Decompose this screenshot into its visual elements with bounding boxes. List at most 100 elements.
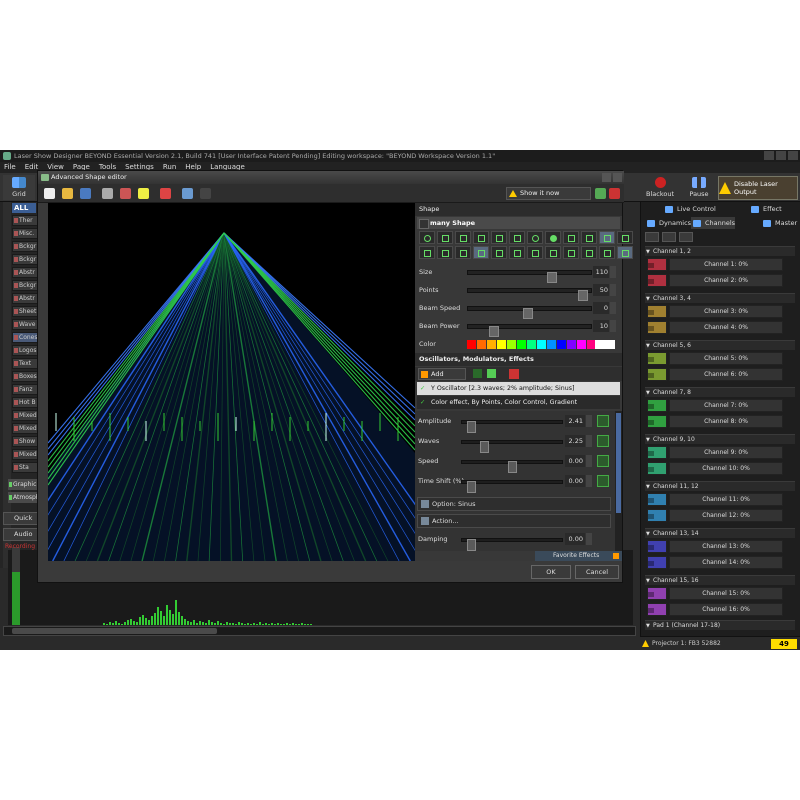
blackout-button[interactable]: Blackout [641,175,679,200]
damping-spinner[interactable] [586,533,592,545]
triangle-tool-icon[interactable] [473,231,489,244]
channel-level-label[interactable]: Channel 15: 0% [669,587,783,600]
channel-row[interactable]: Channel 11: 0% [647,493,787,506]
channel-row[interactable]: Channel 2: 0% [647,274,787,287]
display-icon[interactable] [182,188,193,199]
channel-row[interactable]: Channel 8: 0% [647,415,787,428]
param-slider[interactable] [467,306,592,319]
param-spinner[interactable] [610,266,616,278]
copy-icon[interactable] [102,188,113,199]
show-it-now-button[interactable]: Show it now [506,187,591,200]
channel-color-swatch[interactable] [647,305,667,318]
oscillator-param-spinner[interactable] [586,435,592,447]
channel-level-label[interactable]: Channel 5: 0% [669,352,783,365]
paste-icon[interactable] [138,188,149,199]
channel-color-swatch[interactable] [647,368,667,381]
group-atmosphere[interactable]: Atmosph [8,492,38,503]
damping-slider[interactable] [461,538,563,551]
channel-group-header[interactable]: Channel 5, 6 [645,340,795,351]
category-item[interactable]: Text [12,358,38,369]
channel-color-swatch[interactable] [647,540,667,553]
tab-master[interactable]: Master [761,217,797,229]
channel-level-label[interactable]: Channel 8: 0% [669,415,783,428]
color-swatch[interactable] [477,340,486,349]
grid-tool-icon[interactable] [581,231,597,244]
param-value[interactable]: 50 [593,284,609,296]
oscillator-param-knob[interactable] [466,421,476,433]
param-spinner[interactable] [610,302,616,314]
channel-level-label[interactable]: Channel 4: 0% [669,321,783,334]
editor-minimize-button[interactable] [602,173,611,182]
param-slider-knob[interactable] [578,290,589,301]
channel-level-label[interactable]: Channel 10: 0% [669,462,783,475]
channel-level-label[interactable]: Channel 3: 0% [669,305,783,318]
channel-row[interactable]: Channel 3: 0% [647,305,787,318]
oscillator-param-knob[interactable] [508,461,517,473]
channel-color-swatch[interactable] [647,603,667,616]
channel-color-swatch[interactable] [647,321,667,334]
category-item[interactable]: Mixed [12,423,38,434]
cross-tool-icon[interactable] [599,231,615,244]
minimize-button[interactable] [764,151,774,160]
square-tool-icon[interactable] [491,231,507,244]
param-slider-knob[interactable] [547,272,558,283]
param-slider-knob[interactable] [488,326,499,337]
tab-channels[interactable]: Channels [691,217,736,229]
scribble-tool-icon[interactable] [527,246,543,259]
channel-color-swatch[interactable] [647,587,667,600]
channel-group-header[interactable]: Channel 13, 14 [645,528,795,539]
channel-group-header[interactable]: Channel 3, 4 [645,293,795,304]
channel-row[interactable]: Channel 4: 0% [647,321,787,334]
save-icon[interactable] [80,188,91,199]
oscillator-param-spinner[interactable] [586,415,592,427]
grid-button[interactable]: Grid [3,175,35,200]
channel-row[interactable]: Channel 10: 0% [647,462,787,475]
dots-tool-icon[interactable] [545,246,561,259]
color-swatch[interactable] [517,340,526,349]
channel-row[interactable]: Channel 15: 0% [647,587,787,600]
param-value[interactable]: 0 [593,302,609,314]
oscillator-link-icon[interactable] [597,415,609,427]
param-spinner[interactable] [610,320,616,332]
channel-color-swatch[interactable] [647,446,667,459]
add-effect-button[interactable]: Add [418,368,466,380]
channel-group-header[interactable]: Channel 1, 2 [645,246,795,257]
channel-color-swatch[interactable] [647,415,667,428]
circle-filled-tool-icon[interactable] [545,231,561,244]
channel-level-label[interactable]: Channel 2: 0% [669,274,783,287]
channel-row[interactable]: Channel 14: 0% [647,556,787,569]
channel-level-label[interactable]: Channel 9: 0% [669,446,783,459]
param-spinner[interactable] [610,284,616,296]
channel-color-swatch[interactable] [647,258,667,271]
laser-preview-canvas[interactable] [48,203,415,561]
open-folder-icon[interactable] [62,188,73,199]
damping-knob[interactable] [466,539,476,551]
color-swatch[interactable] [577,340,586,349]
color-swatch[interactable] [487,340,496,349]
channel-row[interactable]: Channel 12: 0% [647,509,787,522]
channel-row[interactable]: Channel 6: 0% [647,368,787,381]
maximize-button[interactable] [776,151,786,160]
oscillator-scroll-thumb[interactable] [616,413,621,513]
editor-close-button[interactable] [613,173,622,182]
channel-level-label[interactable]: Channel 12: 0% [669,509,783,522]
channel-level-label[interactable]: Channel 14: 0% [669,556,783,569]
category-item[interactable]: Mixed [12,449,38,460]
oscillator-param-value[interactable]: 0.00 [565,475,585,487]
category-item[interactable]: Cones [12,332,38,343]
category-item[interactable]: Sta [12,462,38,473]
option-sinus-button[interactable]: Option: Sinus [417,497,611,511]
color-tool-icon[interactable] [160,188,171,199]
oscillator-param-knob[interactable] [466,481,476,493]
folder-tool-icon[interactable] [581,246,597,259]
spiral-tool-icon[interactable] [455,246,471,259]
color-swatch[interactable] [557,340,566,349]
category-item[interactable]: Hot B [12,397,38,408]
hexagon-tool-icon[interactable] [509,231,525,244]
caret-tool-icon[interactable] [599,246,615,259]
grid-view-icon[interactable] [200,188,211,199]
category-item[interactable]: Ther [12,215,38,226]
oscillator-param-value[interactable]: 0.00 [565,455,585,467]
category-item[interactable]: Bckgr [12,254,38,265]
oscillator-link-icon[interactable] [597,455,609,467]
